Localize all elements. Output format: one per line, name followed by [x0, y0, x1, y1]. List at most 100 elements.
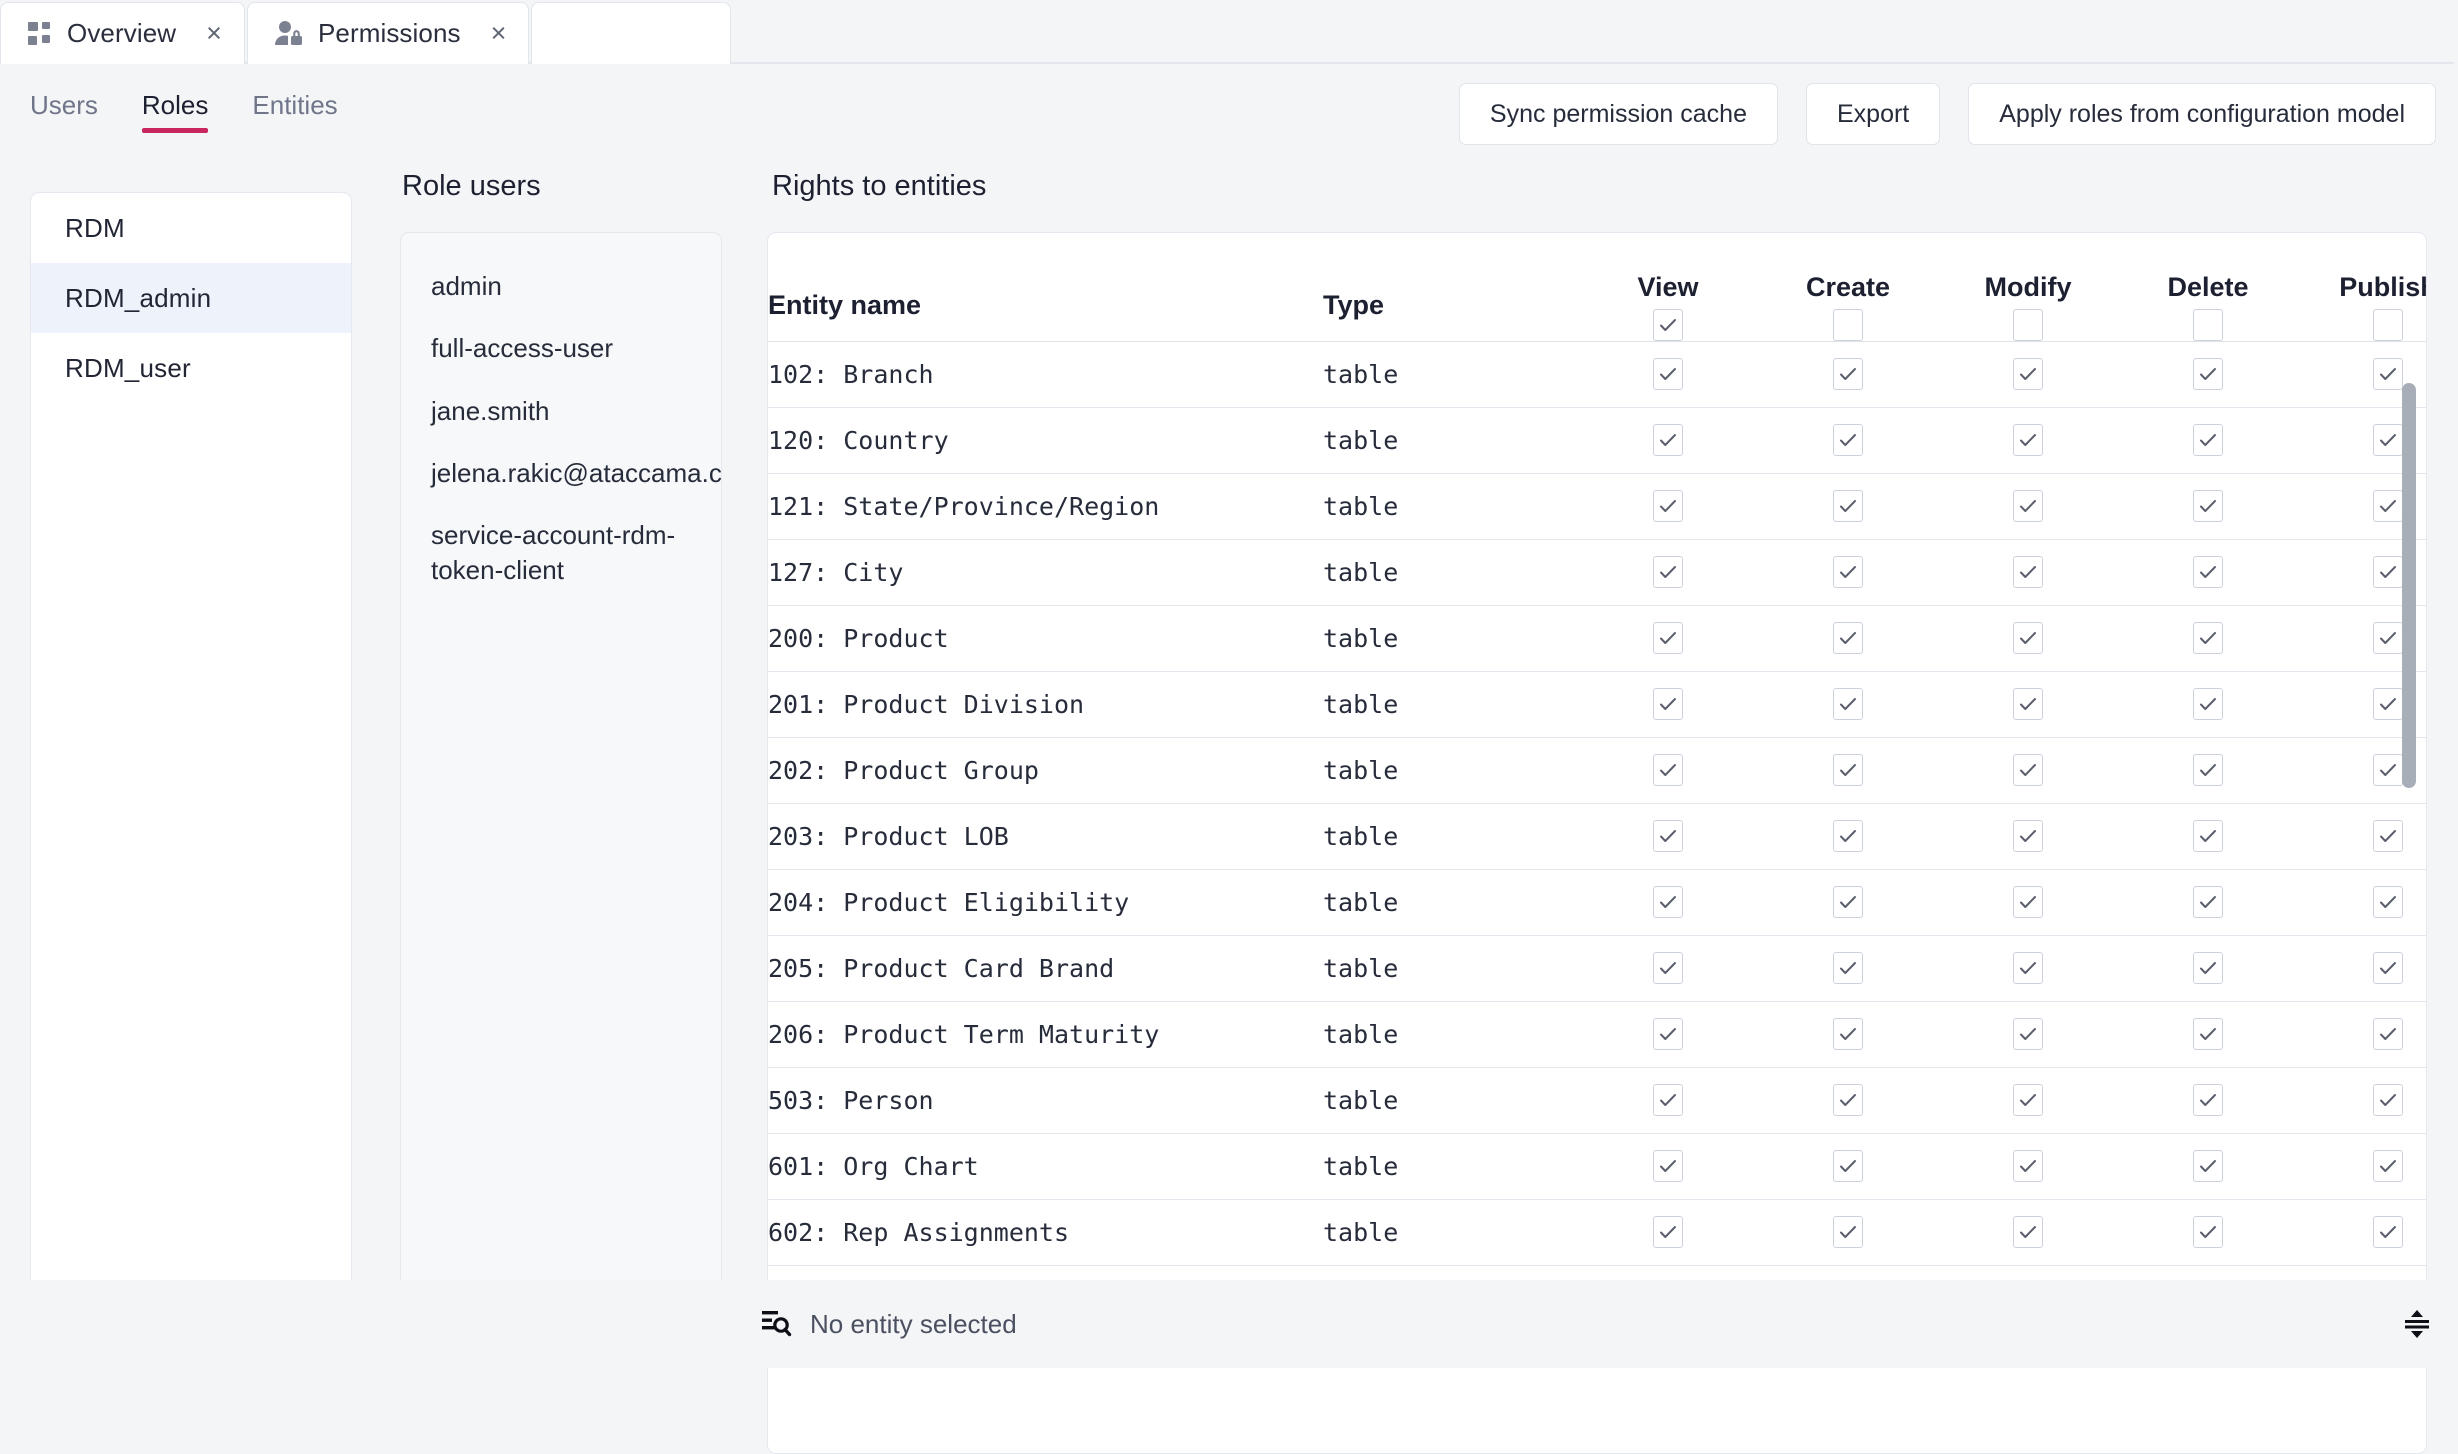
table-scrollbar-thumb[interactable] [2402, 383, 2416, 788]
checkbox-delete[interactable] [2193, 952, 2223, 984]
checkbox-publish[interactable] [2373, 622, 2403, 654]
checkbox-create[interactable] [1833, 952, 1863, 984]
checkbox-create[interactable] [1833, 754, 1863, 786]
close-icon[interactable]: × [491, 20, 507, 47]
checkbox-modify[interactable] [2013, 358, 2043, 390]
checkbox-delete[interactable] [2193, 1150, 2223, 1182]
checkbox-publish[interactable] [2373, 1216, 2403, 1248]
checkbox-delete[interactable] [2193, 886, 2223, 918]
checkbox-modify[interactable] [2013, 622, 2043, 654]
checkbox-view[interactable] [1653, 1084, 1683, 1116]
table-row[interactable]: 200: Producttable [768, 605, 2427, 671]
header-checkbox-delete[interactable] [2193, 309, 2223, 341]
checkbox-publish[interactable] [2373, 754, 2403, 786]
checkbox-modify[interactable] [2013, 1150, 2043, 1182]
table-row[interactable]: 202: Product Grouptable [768, 737, 2427, 803]
checkbox-modify[interactable] [2013, 754, 2043, 786]
export-button[interactable]: Export [1806, 83, 1940, 145]
checkbox-delete[interactable] [2193, 358, 2223, 390]
checkbox-create[interactable] [1833, 424, 1863, 456]
checkbox-create[interactable] [1833, 622, 1863, 654]
checkbox-view[interactable] [1653, 622, 1683, 654]
checkbox-publish[interactable] [2373, 952, 2403, 984]
checkbox-create[interactable] [1833, 1018, 1863, 1050]
checkbox-delete[interactable] [2193, 688, 2223, 720]
checkbox-publish[interactable] [2373, 886, 2403, 918]
table-row[interactable]: 201: Product Divisiontable [768, 671, 2427, 737]
role-item-rdm-user[interactable]: RDM_user [31, 333, 351, 403]
checkbox-view[interactable] [1653, 820, 1683, 852]
tab-permissions[interactable]: Permissions × [247, 2, 529, 64]
checkbox-create[interactable] [1833, 1216, 1863, 1248]
checkbox-view[interactable] [1653, 886, 1683, 918]
tab-roles[interactable]: Roles [120, 76, 230, 141]
tab-entities[interactable]: Entities [230, 76, 359, 141]
header-checkbox-create[interactable] [1833, 309, 1863, 341]
checkbox-create[interactable] [1833, 1084, 1863, 1116]
table-row[interactable]: 601: Org Charttable [768, 1133, 2427, 1199]
checkbox-view[interactable] [1653, 424, 1683, 456]
apply-roles-button[interactable]: Apply roles from configuration model [1968, 83, 2436, 145]
tab-overview[interactable]: Overview × [0, 2, 245, 64]
role-user-item[interactable]: jelena.rakic@ataccama.c [401, 442, 721, 504]
checkbox-create[interactable] [1833, 358, 1863, 390]
checkbox-delete[interactable] [2193, 1018, 2223, 1050]
checkbox-delete[interactable] [2193, 1216, 2223, 1248]
checkbox-delete[interactable] [2193, 490, 2223, 522]
checkbox-view[interactable] [1653, 754, 1683, 786]
checkbox-create[interactable] [1833, 556, 1863, 588]
header-checkbox-view[interactable] [1653, 309, 1683, 341]
checkbox-modify[interactable] [2013, 1018, 2043, 1050]
role-user-item[interactable]: jane.smith [401, 380, 721, 442]
checkbox-publish[interactable] [2373, 358, 2403, 390]
checkbox-modify[interactable] [2013, 424, 2043, 456]
checkbox-delete[interactable] [2193, 820, 2223, 852]
checkbox-publish[interactable] [2373, 688, 2403, 720]
table-row[interactable]: 206: Product Term Maturitytable [768, 1001, 2427, 1067]
checkbox-view[interactable] [1653, 490, 1683, 522]
checkbox-delete[interactable] [2193, 754, 2223, 786]
checkbox-modify[interactable] [2013, 952, 2043, 984]
tab-users[interactable]: Users [8, 76, 120, 141]
checkbox-modify[interactable] [2013, 556, 2043, 588]
table-row[interactable]: 503: Persontable [768, 1067, 2427, 1133]
checkbox-create[interactable] [1833, 688, 1863, 720]
checkbox-modify[interactable] [2013, 886, 2043, 918]
table-row[interactable]: 203: Product LOBtable [768, 803, 2427, 869]
role-user-item[interactable]: admin [401, 255, 721, 317]
table-row[interactable]: 121: State/Province/Regiontable [768, 473, 2427, 539]
checkbox-view[interactable] [1653, 688, 1683, 720]
checkbox-view[interactable] [1653, 952, 1683, 984]
checkbox-modify[interactable] [2013, 1216, 2043, 1248]
checkbox-publish[interactable] [2373, 556, 2403, 588]
close-icon[interactable]: × [206, 20, 222, 47]
checkbox-create[interactable] [1833, 820, 1863, 852]
checkbox-delete[interactable] [2193, 1084, 2223, 1116]
role-item-rdm-admin[interactable]: RDM_admin [31, 263, 351, 333]
checkbox-publish[interactable] [2373, 490, 2403, 522]
header-checkbox-publish[interactable] [2373, 309, 2403, 341]
checkbox-view[interactable] [1653, 556, 1683, 588]
checkbox-publish[interactable] [2373, 1018, 2403, 1050]
table-row[interactable]: 120: Countrytable [768, 407, 2427, 473]
checkbox-create[interactable] [1833, 886, 1863, 918]
table-row[interactable]: 204: Product Eligibilitytable [768, 869, 2427, 935]
header-checkbox-modify[interactable] [2013, 309, 2043, 341]
checkbox-delete[interactable] [2193, 424, 2223, 456]
checkbox-view[interactable] [1653, 1216, 1683, 1248]
expand-vertical-icon[interactable] [2400, 1307, 2434, 1341]
table-row[interactable]: 205: Product Card Brandtable [768, 935, 2427, 1001]
table-row[interactable]: 102: Branchtable [768, 341, 2427, 407]
checkbox-view[interactable] [1653, 358, 1683, 390]
checkbox-modify[interactable] [2013, 490, 2043, 522]
checkbox-publish[interactable] [2373, 820, 2403, 852]
checkbox-modify[interactable] [2013, 688, 2043, 720]
checkbox-create[interactable] [1833, 1150, 1863, 1182]
checkbox-publish[interactable] [2373, 1084, 2403, 1116]
checkbox-publish[interactable] [2373, 424, 2403, 456]
checkbox-delete[interactable] [2193, 622, 2223, 654]
checkbox-create[interactable] [1833, 490, 1863, 522]
checkbox-view[interactable] [1653, 1018, 1683, 1050]
table-row[interactable]: 127: Citytable [768, 539, 2427, 605]
checkbox-modify[interactable] [2013, 1084, 2043, 1116]
